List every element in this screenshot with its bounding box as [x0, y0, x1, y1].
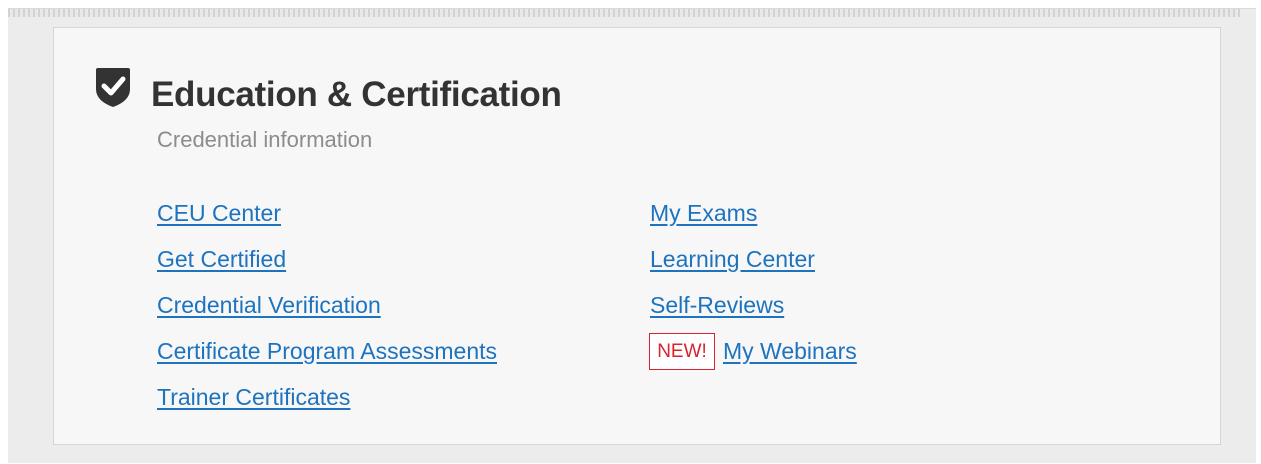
shield-check-icon — [96, 68, 130, 107]
link-my-exams[interactable]: My Exams — [650, 200, 757, 227]
section-title: Education & Certification — [151, 75, 562, 114]
top-strip — [8, 9, 1240, 17]
link-get-certified[interactable]: Get Certified — [157, 246, 286, 273]
section-subtitle: Credential information — [157, 127, 373, 152]
link-self-reviews[interactable]: Self-Reviews — [650, 292, 784, 319]
new-badge: NEW! — [649, 333, 715, 370]
link-certificate-program-assessments[interactable]: Certificate Program Assessments — [157, 338, 497, 365]
link-credential-verification[interactable]: Credential Verification — [157, 292, 381, 319]
link-learning-center[interactable]: Learning Center — [650, 246, 815, 273]
link-trainer-certificates[interactable]: Trainer Certificates — [157, 384, 350, 411]
link-ceu-center[interactable]: CEU Center — [157, 200, 281, 227]
link-my-webinars[interactable]: My Webinars — [723, 338, 857, 365]
